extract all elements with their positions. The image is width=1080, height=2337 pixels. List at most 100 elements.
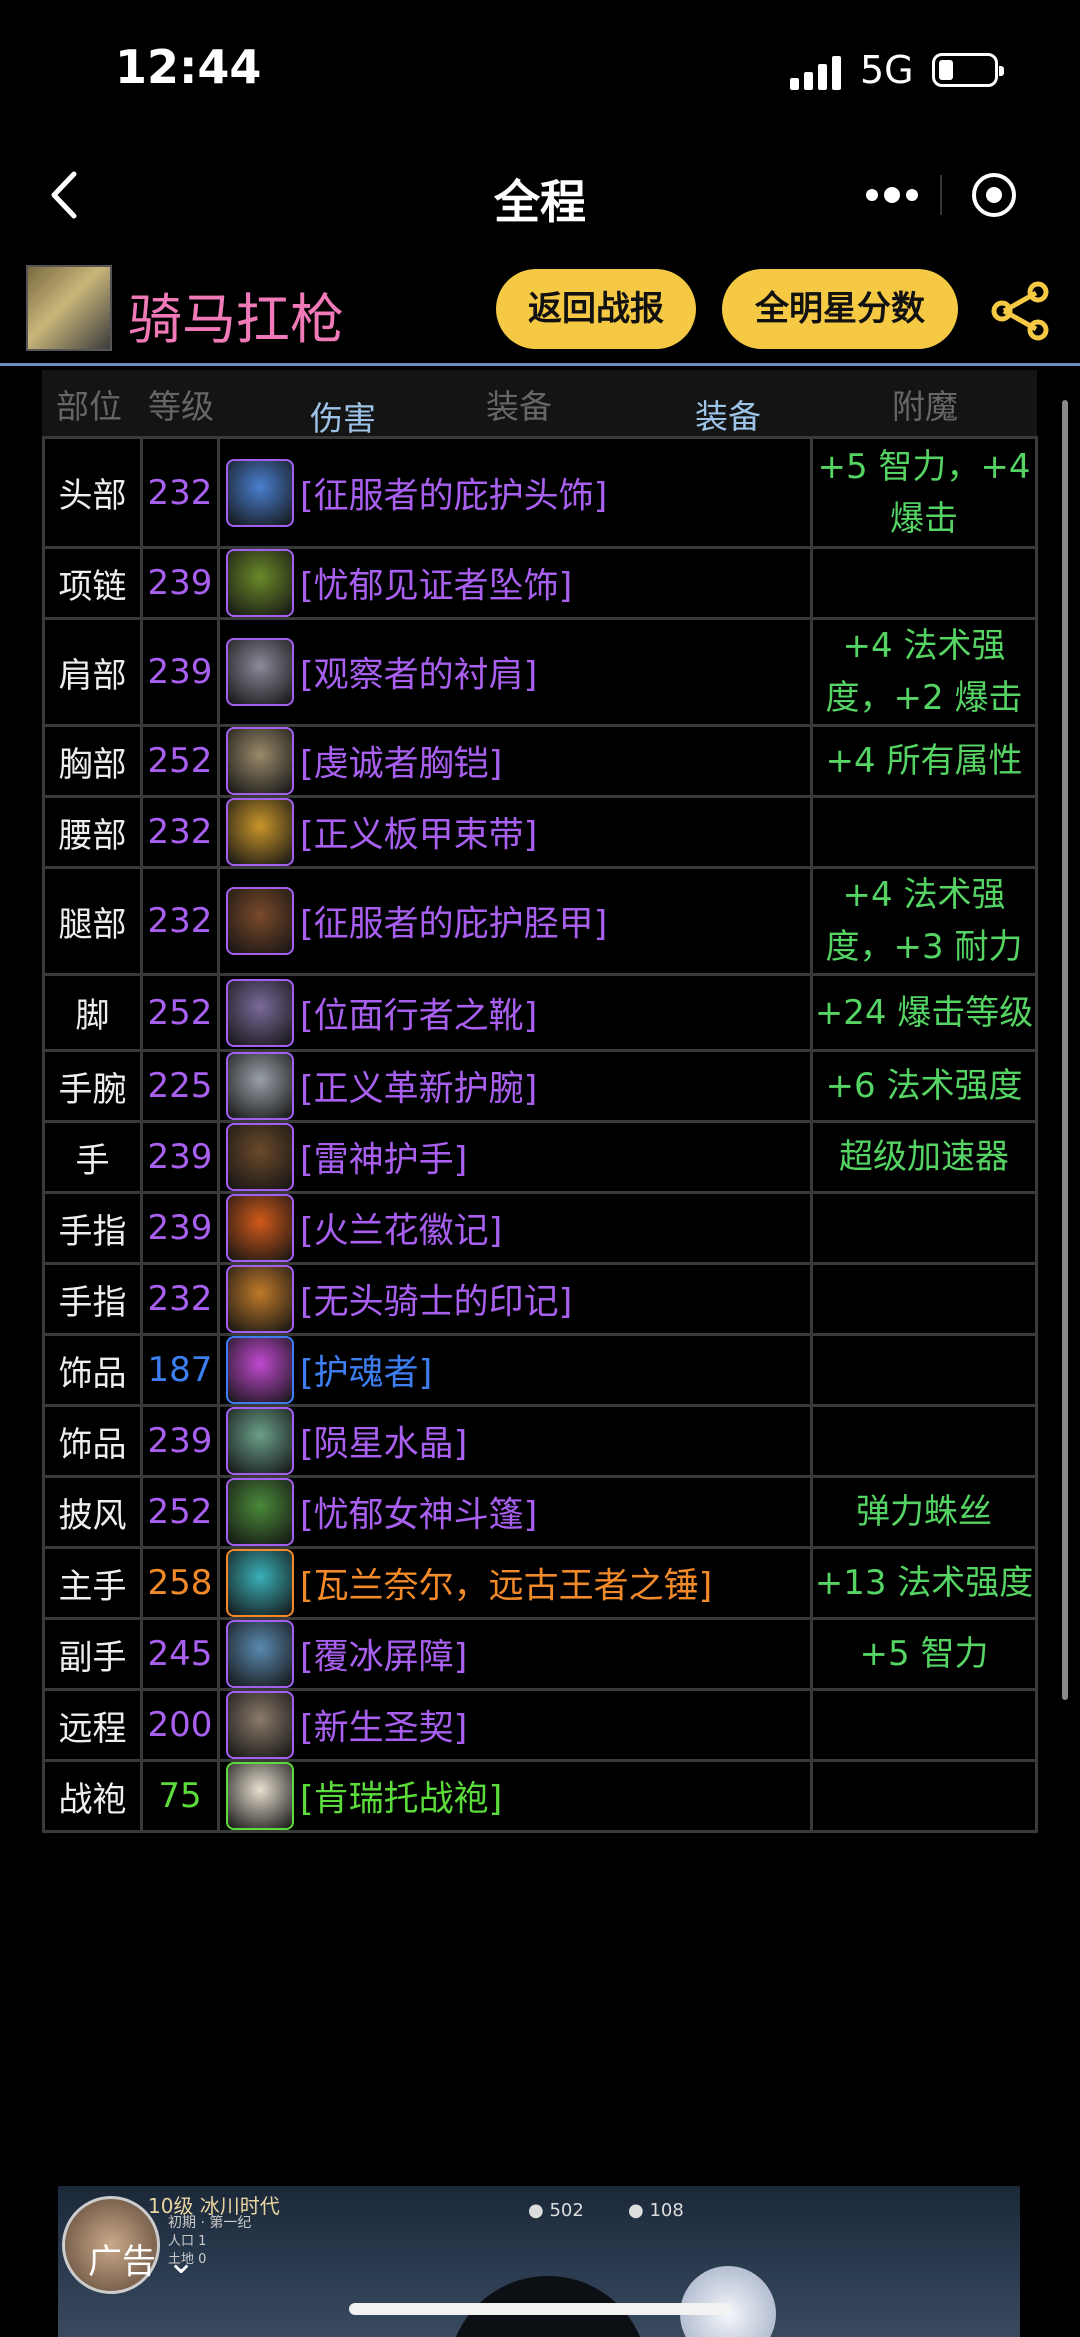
item-cell[interactable]: [征服者的庇护头饰] <box>217 436 813 549</box>
item-name[interactable]: [火兰花徽记] <box>300 1212 502 1252</box>
item-name[interactable]: [覆冰屏障] <box>300 1638 467 1678</box>
gear-slot: 副手 <box>42 1617 143 1691</box>
item-name[interactable]: [正义革新护腕] <box>300 1070 537 1110</box>
item-cell[interactable]: [正义革新护腕] <box>217 1049 813 1123</box>
amulet-icon[interactable] <box>226 549 294 617</box>
tab-gear-active[interactable]: 装备 <box>695 390 761 438</box>
item-cell[interactable]: [无头骑士的印记] <box>217 1262 813 1336</box>
table-row[interactable]: 远程 200 [新生圣契] <box>42 1688 1038 1762</box>
libram-icon[interactable] <box>226 1691 294 1759</box>
ad-label[interactable]: 广告 ⌄ <box>88 2234 195 2283</box>
item-name[interactable]: [瓦兰奈尔，远古王者之锤] <box>300 1567 712 1607</box>
item-level: 75 <box>140 1759 220 1833</box>
item-name[interactable]: [忧郁女神斗篷] <box>300 1496 537 1536</box>
item-level: 225 <box>140 1049 220 1123</box>
item-cell[interactable]: [陨星水晶] <box>217 1404 813 1478</box>
item-name[interactable]: [征服者的庇护胫甲] <box>300 905 607 945</box>
table-row[interactable]: 腰部 232 [正义板甲束带] <box>42 795 1038 869</box>
gear-slot: 手指 <box>42 1191 143 1265</box>
table-row[interactable]: 手指 239 [火兰花徽记] <box>42 1191 1038 1265</box>
table-row[interactable]: 头部 232 [征服者的庇护头饰] +5 智力，+4 爆击 <box>42 436 1038 549</box>
chest-icon[interactable] <box>226 727 294 795</box>
cloak-icon[interactable] <box>226 1478 294 1546</box>
ring-icon[interactable] <box>226 1194 294 1262</box>
item-level: 245 <box>140 1617 220 1691</box>
tabard-icon[interactable] <box>226 1762 294 1830</box>
item-cell[interactable]: [肯瑞托战袍] <box>217 1759 813 1833</box>
item-cell[interactable]: [火兰花徽记] <box>217 1191 813 1265</box>
item-cell[interactable]: [覆冰屏障] <box>217 1617 813 1691</box>
table-row[interactable]: 饰品 239 [陨星水晶] <box>42 1404 1038 1478</box>
item-name[interactable]: [陨星水晶] <box>300 1425 467 1465</box>
item-name[interactable]: [忧郁见证者坠饰] <box>300 567 572 607</box>
enchant-text: +5 智力，+4 爆击 <box>810 436 1038 549</box>
bracer-icon[interactable] <box>226 1052 294 1120</box>
item-name[interactable]: [征服者的庇护头饰] <box>300 476 607 516</box>
gear-slot: 战袍 <box>42 1759 143 1833</box>
item-name[interactable]: [新生圣契] <box>300 1709 467 1749</box>
table-row[interactable]: 项链 239 [忧郁见证者坠饰] <box>42 546 1038 620</box>
item-cell[interactable]: [位面行者之靴] <box>217 973 813 1052</box>
enchant-text: 超级加速器 <box>810 1120 1038 1194</box>
table-row[interactable]: 肩部 239 [观察者的衬肩] +4 法术强度，+2 爆击 <box>42 617 1038 727</box>
allstar-score-button[interactable]: 全明星分数 <box>722 269 958 349</box>
item-cell[interactable]: [新生圣契] <box>217 1688 813 1762</box>
table-row[interactable]: 胸部 252 [虔诚者胸铠] +4 所有属性 <box>42 724 1038 798</box>
tab-gear-inactive[interactable]: 装备 <box>486 380 552 428</box>
tab-damage[interactable]: 伤害 <box>310 392 376 440</box>
gear-slot: 远程 <box>42 1688 143 1762</box>
item-cell[interactable]: [观察者的衬肩] <box>217 617 813 727</box>
item-level: 187 <box>140 1333 220 1407</box>
table-row[interactable]: 披风 252 [忧郁女神斗篷] 弹力蛛丝 <box>42 1475 1038 1549</box>
enchant-text: +4 所有属性 <box>810 724 1038 798</box>
legs-icon[interactable] <box>226 887 294 955</box>
item-name[interactable]: [雷神护手] <box>300 1141 467 1181</box>
belt-icon[interactable] <box>226 798 294 866</box>
table-row[interactable]: 手指 232 [无头骑士的印记] <box>42 1262 1038 1336</box>
item-cell[interactable]: [雷神护手] <box>217 1120 813 1194</box>
table-row[interactable]: 饰品 187 [护魂者] <box>42 1333 1038 1407</box>
gloves-icon[interactable] <box>226 1123 294 1191</box>
boots-icon[interactable] <box>226 978 294 1047</box>
table-row[interactable]: 脚 252 [位面行者之靴] +24 爆击等级 <box>42 973 1038 1052</box>
mace-icon[interactable] <box>226 1549 294 1617</box>
gear-slot: 腰部 <box>42 795 143 869</box>
crystal-trinket-icon[interactable] <box>226 1407 294 1475</box>
close-miniprogram-icon[interactable] <box>970 171 1018 219</box>
table-row[interactable]: 手腕 225 [正义革新护腕] +6 法术强度 <box>42 1049 1038 1123</box>
item-level: 239 <box>140 1191 220 1265</box>
share-icon[interactable] <box>988 279 1052 343</box>
item-cell[interactable]: [征服者的庇护胫甲] <box>217 866 813 976</box>
shoulder-icon[interactable] <box>226 638 294 706</box>
ad-resource-2-value: 108 <box>649 2200 684 2221</box>
item-cell[interactable]: [护魂者] <box>217 1333 813 1407</box>
gear-slot: 腿部 <box>42 866 143 976</box>
scrollbar[interactable] <box>1062 400 1068 1700</box>
item-cell[interactable]: [正义板甲束带] <box>217 795 813 869</box>
shield-icon[interactable] <box>226 1620 294 1688</box>
table-row[interactable]: 主手 258 [瓦兰奈尔，远古王者之锤] +13 法术强度 <box>42 1546 1038 1620</box>
item-name[interactable]: [位面行者之靴] <box>300 996 537 1036</box>
pumpkin-ring-icon[interactable] <box>226 1265 294 1333</box>
orb-trinket-icon[interactable] <box>226 1336 294 1404</box>
table-row[interactable]: 手 239 [雷神护手] 超级加速器 <box>42 1120 1038 1194</box>
item-name[interactable]: [肯瑞托战袍] <box>300 1780 502 1820</box>
item-name[interactable]: [虔诚者胸铠] <box>300 745 502 785</box>
table-row[interactable]: 副手 245 [覆冰屏障] +5 智力 <box>42 1617 1038 1691</box>
item-cell[interactable]: [虔诚者胸铠] <box>217 724 813 798</box>
item-name[interactable]: [观察者的衬肩] <box>300 656 537 696</box>
return-report-button[interactable]: 返回战报 <box>496 269 696 349</box>
item-cell[interactable]: [瓦兰奈尔，远古王者之锤] <box>217 1546 813 1620</box>
helm-icon[interactable] <box>226 458 294 527</box>
table-row[interactable]: 战袍 75 [肯瑞托战袍] <box>42 1759 1038 1833</box>
item-name[interactable]: [护魂者] <box>300 1354 432 1394</box>
item-cell[interactable]: [忧郁女神斗篷] <box>217 1475 813 1549</box>
home-indicator[interactable] <box>349 2303 731 2315</box>
item-name[interactable]: [正义板甲束带] <box>300 816 537 856</box>
more-options-icon[interactable] <box>850 165 940 225</box>
table-row[interactable]: 腿部 232 [征服者的庇护胫甲] +4 法术强度，+3 耐力 <box>42 866 1038 976</box>
enchant-text: +5 智力 <box>810 1617 1038 1691</box>
enchant-text <box>810 1191 1038 1265</box>
item-cell[interactable]: [忧郁见证者坠饰] <box>217 546 813 620</box>
item-name[interactable]: [无头骑士的印记] <box>300 1283 572 1323</box>
